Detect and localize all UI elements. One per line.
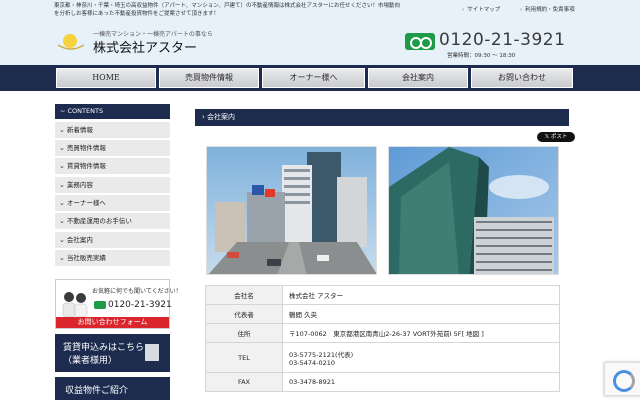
header-links: サイトマップ 利用規約・免責事項 — [462, 5, 593, 13]
section-title: › 会社案内 — [195, 109, 569, 126]
table-key: TEL — [205, 342, 283, 373]
sidebar-item-label: オーナー様へ — [66, 199, 106, 207]
business-hours: 営業時間：09:30 ～ 18:30 — [447, 53, 516, 59]
table-key: 会社名 — [205, 285, 283, 305]
chevron-down-icon: ⌄ — [59, 236, 65, 244]
company-name: 株式会社アスター — [93, 41, 198, 56]
sitemap-link[interactable]: サイトマップ — [462, 7, 500, 13]
staff-photo-icon — [62, 292, 88, 318]
nav-owners[interactable]: オーナー様へ — [262, 68, 365, 88]
sidebar-item-management[interactable]: ⌄ 不動産運用のお手伝い — [55, 213, 170, 230]
freedial-icon — [405, 33, 435, 50]
office-building-image — [389, 147, 558, 274]
chevron-down-icon: ⌄ — [59, 181, 65, 189]
header-message-line2: を分析しお客様にあった不動産投資物件をご提案させて頂きます！ — [54, 11, 220, 17]
income-banner-label: 収益物件ご紹介 — [65, 386, 129, 396]
chevron-down-icon: ⌄ — [59, 144, 65, 152]
chevron-down-icon: ⌄ — [59, 254, 65, 262]
chevron-right-icon: › — [202, 113, 205, 121]
nav-contact[interactable]: お問い合わせ — [471, 68, 573, 88]
table-key: FAX — [205, 372, 283, 392]
table-value-address: 〒107-0062 東京都港区南青山2-26-37 VORT外苑前Ⅰ 5F[ 地… — [282, 323, 560, 343]
sidebar-item-label: 新着情報 — [66, 126, 93, 134]
sidebar-item-label: 会社案内 — [66, 236, 93, 244]
chevron-down-icon: ⌄ — [59, 162, 65, 170]
sidebar-heading: ~ CONTENTS — [55, 104, 170, 119]
sidebar-item-sales[interactable]: ⌄ 売買物件情報 — [55, 140, 170, 157]
tel-main: 03-5775-2121(代表) — [289, 350, 354, 359]
chevron-down-icon: ⌄ — [59, 217, 65, 225]
income-property-banner[interactable]: 収益物件ご紹介 — [55, 377, 170, 400]
table-key: 住所 — [205, 323, 283, 343]
sidebar-item-owners[interactable]: ⌄ オーナー様へ — [55, 195, 170, 212]
header-message-line1: 東京都・神奈川・千葉・埼玉の高収益物件（アパート、マンション、戸建て）の不動産情… — [54, 3, 400, 9]
table-row: FAX 03-3478-8921 — [205, 372, 560, 392]
table-value: 03-3478-8921 — [282, 372, 560, 392]
contact-banner-phone: 0120-21-3921 — [108, 300, 172, 310]
sidebar-item-company[interactable]: ⌄ 会社案内 — [55, 232, 170, 249]
company-info-table: 会社名 株式会社 アスター 代表者 鶴間 久央 住所 〒107-0062 東京都… — [205, 285, 560, 392]
table-value-tel: 03-5775-2121(代表) 03-5474-0210 — [282, 342, 560, 373]
nav-sales-properties[interactable]: 売買物件情報 — [159, 68, 259, 88]
sidebar-item-label: 当社販売実績 — [66, 254, 106, 262]
contact-form-label: お問い合わせフォーム — [56, 317, 169, 328]
table-value: 株式会社 アスター — [282, 285, 560, 305]
sidebar-item-rental[interactable]: ⌄ 賃貸物件情報 — [55, 158, 170, 175]
sidebar-item-label: 業務内容 — [66, 181, 93, 189]
contact-banner[interactable]: お気軽に何でも聞いてください！ 0120-21-3921 お問い合わせフォーム — [55, 279, 182, 329]
x-post-button[interactable]: 𝕏 ポスト — [537, 132, 575, 142]
chevron-down-icon: ⌄ — [59, 199, 65, 207]
post-button-label: ポスト — [550, 134, 568, 140]
sidebar-item-results[interactable]: ⌄ 当社販売実績 — [55, 250, 170, 267]
table-value: 鶴間 久央 — [282, 304, 560, 324]
table-row: TEL 03-5775-2121(代表) 03-5474-0210 — [205, 342, 560, 373]
sidebar-item-label: 売買物件情報 — [66, 144, 106, 152]
city-street-image — [207, 147, 376, 274]
rental-banner-line2: （業者様用） — [63, 356, 118, 366]
freedial-icon — [94, 301, 106, 309]
table-row: 代表者 鶴間 久央 — [205, 304, 560, 324]
document-icon — [145, 344, 159, 361]
chevron-down-icon: ⌄ — [59, 126, 65, 134]
main-nav: HOME 売買物件情報 オーナー様へ 会社案内 お問い合わせ — [0, 65, 640, 91]
sidebar-item-business[interactable]: ⌄ 業務内容 — [55, 177, 170, 194]
site-header: 東京都・神奈川・千葉・埼玉の高収益物件（アパート、マンション、戸建て）の不動産情… — [0, 0, 640, 65]
section-title-text: 会社案内 — [207, 113, 236, 121]
nav-home[interactable]: HOME — [56, 68, 156, 88]
table-row: 住所 〒107-0062 東京都港区南青山2-26-37 VORT外苑前Ⅰ 5F… — [205, 323, 560, 343]
sidebar-heading-prefix: ~ — [60, 107, 68, 115]
sidebar-heading-text: CONTENTS — [67, 107, 104, 115]
recaptcha-badge-icon[interactable] — [604, 362, 640, 396]
terms-link[interactable]: 利用規約・免責事項 — [520, 7, 575, 13]
rental-banner-line1: 賃貸申込みはこちら — [63, 343, 145, 353]
rental-application-banner[interactable]: 賃貸申込みはこちら （業者様用） — [55, 334, 170, 372]
header-message: 東京都・神奈川・千葉・埼玉の高収益物件（アパート、マンション、戸建て）の不動産情… — [54, 2, 404, 18]
sidebar-item-label: 不動産運用のお手伝い — [66, 217, 132, 225]
table-key: 代表者 — [205, 304, 283, 324]
contact-banner-caption: お気軽に何でも聞いてください！ — [92, 288, 182, 295]
sun-logo-icon — [58, 34, 84, 50]
nav-company[interactable]: 会社案内 — [368, 68, 468, 88]
city-street-photo — [206, 146, 377, 275]
sidebar-item-news[interactable]: ⌄ 新着情報 — [55, 122, 170, 139]
office-building-photo — [388, 146, 559, 275]
table-row: 会社名 株式会社 アスター — [205, 285, 560, 305]
tel-sub: 03-5474-0210 — [289, 358, 336, 367]
sidebar-item-label: 賃貸物件情報 — [66, 162, 106, 170]
phone-number: 0120-21-3921 — [439, 30, 566, 50]
